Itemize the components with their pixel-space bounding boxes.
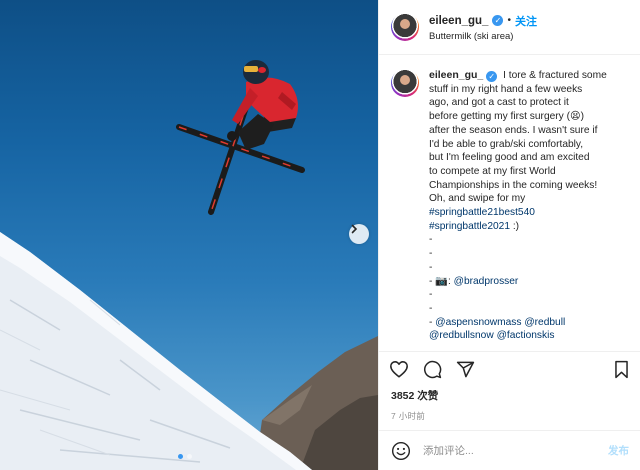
share-button[interactable] <box>456 360 475 379</box>
dash-line: - <box>429 275 433 287</box>
dash-line: - <box>429 316 433 328</box>
caption-line: I tore & fractured some <box>503 70 607 81</box>
emoji-text: 😫 <box>569 111 581 123</box>
hashtag-link[interactable]: #springbattle21best540 <box>429 207 535 218</box>
next-photo-button[interactable] <box>349 224 369 244</box>
follow-button[interactable]: 关注 <box>515 13 537 29</box>
caption-line: ) <box>580 111 585 123</box>
dash-line: - <box>429 261 433 273</box>
post-photo[interactable] <box>0 0 378 470</box>
caption-line: I'd be able to grab/ski comfortably, <box>429 138 584 150</box>
mention-link[interactable]: @redbullsnow <box>429 330 494 341</box>
caption-suffix: :) <box>510 220 520 232</box>
camera-icon: 📷 <box>435 275 448 287</box>
ski-photo-illustration <box>0 60 378 470</box>
location-link[interactable]: Buttermilk (ski area) <box>429 31 537 42</box>
chevron-right-icon <box>351 224 358 234</box>
caption-line: to compete at my first World <box>429 165 556 177</box>
carousel-dot-active <box>178 454 183 459</box>
comment-input[interactable] <box>423 444 608 457</box>
bookmark-icon <box>615 360 628 378</box>
dash-line: - <box>429 289 433 301</box>
separator-dot: • <box>507 15 511 26</box>
mention-link[interactable]: @bradprosser <box>454 276 519 287</box>
post-sidebar: eileen_gu_ ✓ • 关注 Buttermilk (ski area) … <box>378 0 640 470</box>
comment-icon <box>424 360 442 378</box>
comment-button[interactable] <box>423 360 442 379</box>
caption-line: stuff in my right hand a few weeks <box>429 83 583 95</box>
emoji-picker-button[interactable] <box>391 441 411 461</box>
caption-line: Oh, and swipe for my <box>429 193 526 205</box>
avatar[interactable] <box>391 13 419 41</box>
dash-line: - <box>429 302 433 314</box>
verified-badge-icon: ✓ <box>486 71 498 83</box>
caption-avatar[interactable] <box>391 69 419 97</box>
heart-icon <box>390 361 408 378</box>
share-icon <box>456 361 475 377</box>
post-header: eileen_gu_ ✓ • 关注 Buttermilk (ski area) <box>379 0 640 55</box>
post-timestamp[interactable]: 7 小时前 <box>379 410 640 422</box>
caption-line: Championships in the coming weeks! <box>429 179 598 191</box>
caption-username[interactable]: eileen_gu_ <box>429 69 483 81</box>
carousel-indicator <box>178 454 192 459</box>
carousel-dot <box>187 454 192 459</box>
comment-bar: 发布 <box>379 430 640 470</box>
dash-line: - <box>429 234 433 246</box>
caption-line: but I'm feeling good and am excited <box>429 152 590 164</box>
caption-text: eileen_gu_ ✓ I tore & fractured some stuf… <box>429 69 607 351</box>
like-count[interactable]: 3852 次赞 <box>379 388 640 403</box>
like-button[interactable] <box>389 360 409 378</box>
mention-link[interactable]: @redbull <box>524 317 565 328</box>
mention-link[interactable]: @factionskis <box>497 330 555 341</box>
caption-line: after the season ends. I wasn't sure if <box>429 124 598 136</box>
emoji-icon <box>391 441 411 460</box>
action-bar <box>379 352 640 386</box>
post-comment-button[interactable]: 发布 <box>608 443 629 458</box>
verified-badge-icon: ✓ <box>492 15 504 26</box>
caption-line: ago, and got a cast to protect it <box>429 97 569 109</box>
caption-line: before getting my first surgery ( <box>429 111 570 123</box>
header-username[interactable]: eileen_gu_ <box>429 15 488 27</box>
mention-link[interactable]: @aspensnowmass <box>435 317 521 328</box>
save-button[interactable] <box>613 360 630 379</box>
dash-line: - <box>429 248 433 260</box>
hashtag-link[interactable]: #springbattle2021 <box>429 221 510 232</box>
caption-area: eileen_gu_ ✓ I tore & fractured some stuf… <box>379 55 640 352</box>
